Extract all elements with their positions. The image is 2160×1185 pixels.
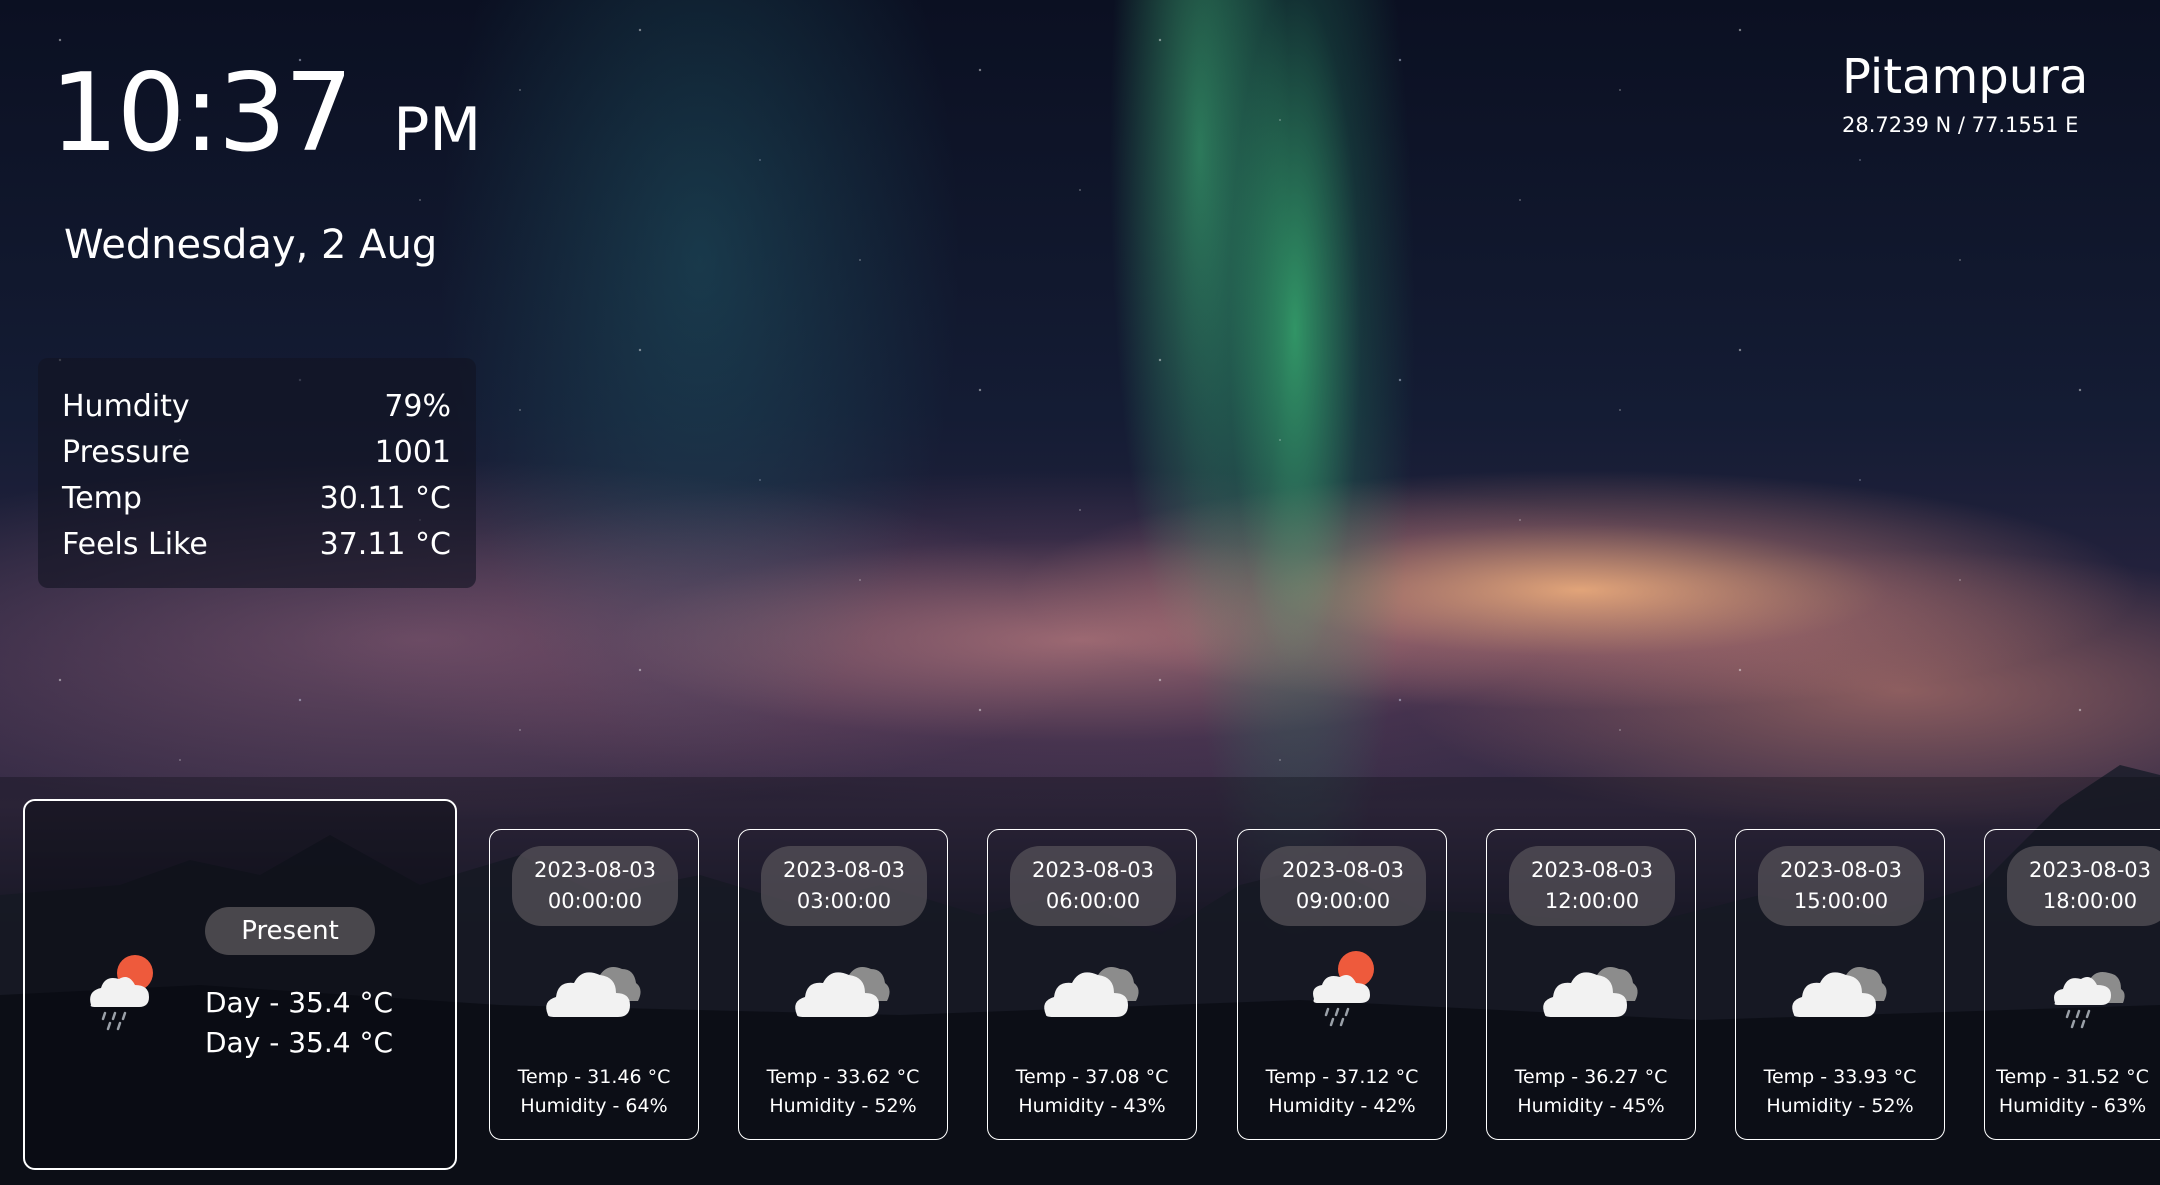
forecast-details: Temp - 33.62 °C Humidity - 52% (739, 1063, 947, 1121)
forecast-time: 18:00:00 (2042, 889, 2138, 913)
forecast-datetime: 2023-08-03 15:00:00 (1758, 846, 1924, 926)
stat-value: 79% (384, 389, 451, 424)
stat-row-temp: Temp 30.11 °C (62, 476, 451, 522)
forecast-time: 06:00:00 (1045, 889, 1141, 913)
current-stats-panel: Humdity 79% Pressure 1001 Temp 30.11 °C … (38, 358, 476, 588)
clock: 10:37 PM (50, 60, 481, 168)
forecast-datetime: 2023-08-03 12:00:00 (1509, 846, 1675, 926)
forecast-time: 09:00:00 (1295, 889, 1391, 913)
forecast-card[interactable]: 2023-08-03 03:00:00 Temp - 33.62 °C Humi… (738, 829, 948, 1140)
clock-ampm: PM (393, 95, 482, 165)
cloud-icon (1543, 967, 1638, 1017)
stat-label: Feels Like (62, 527, 208, 562)
forecast-datetime: 2023-08-03 03:00:00 (761, 846, 927, 926)
forecast-humidity: Humidity - 43% (1018, 1095, 1166, 1117)
forecast-humidity: Humidity - 63% (1998, 1095, 2147, 1117)
forecast-temp: Temp - 33.93 °C (1763, 1066, 1917, 1088)
stat-row-humidity: Humdity 79% (62, 384, 451, 430)
location-block: Pitampura 28.7239 N / 77.1551 E (1842, 49, 2102, 138)
clock-time: 10:37 (50, 51, 353, 176)
stat-value: 37.11 °C (319, 527, 451, 562)
forecast-details: Temp - 37.08 °C Humidity - 43% (988, 1063, 1196, 1121)
forecast-date: 2023-08-03 (2028, 858, 2152, 882)
location-name: Pitampura (1842, 49, 2089, 105)
forecast-humidity: Humidity - 64% (520, 1095, 668, 1117)
forecast-datetime: 2023-08-03 09:00:00 (1260, 846, 1426, 926)
forecast-card[interactable]: 2023-08-03 09:00:00 Temp - 37.12 °C Humi… (1237, 829, 1447, 1140)
forecast-date: 2023-08-03 (1530, 858, 1654, 882)
forecast-details: Temp - 31.52 °C Humidity - 63% (1985, 1063, 2160, 1121)
forecast-humidity: Humidity - 42% (1268, 1095, 1416, 1117)
cloud-icon (1044, 967, 1139, 1017)
forecast-details: Temp - 33.93 °C Humidity - 52% (1736, 1063, 1944, 1121)
forecast-card[interactable]: 2023-08-03 06:00:00 Temp - 37.08 °C Humi… (987, 829, 1197, 1140)
stat-row-feels-like: Feels Like 37.11 °C (62, 522, 451, 568)
cloud-icon (795, 967, 890, 1017)
stat-label: Pressure (62, 435, 191, 470)
cloud-icon (1792, 967, 1887, 1017)
forecast-date: 2023-08-03 (782, 858, 906, 882)
stat-row-pressure: Pressure 1001 (62, 430, 451, 476)
forecast-time: 12:00:00 (1544, 889, 1640, 913)
forecast-temp: Temp - 33.62 °C (766, 1066, 920, 1088)
cloud-rain-icon (2054, 972, 2125, 1029)
forecast-details: Temp - 37.12 °C Humidity - 42% (1238, 1063, 1446, 1121)
stat-label: Humdity (62, 389, 190, 424)
forecast-humidity: Humidity - 52% (1766, 1095, 1914, 1117)
forecast-date: 2023-08-03 (1031, 858, 1155, 882)
forecast-date: 2023-08-03 (1281, 858, 1405, 882)
forecast-card[interactable]: 2023-08-03 15:00:00 Temp - 33.93 °C Humi… (1735, 829, 1945, 1140)
forecast-humidity: Humidity - 52% (769, 1095, 917, 1117)
forecast-time: 03:00:00 (796, 889, 892, 913)
sun-cloud-rain-icon (1313, 951, 1374, 1027)
stat-value: 30.11 °C (319, 481, 451, 516)
location-coordinates: 28.7239 N / 77.1551 E (1842, 113, 2079, 138)
stat-label: Temp (62, 481, 142, 516)
current-date: Wednesday, 2 Aug (64, 222, 438, 268)
forecast-date: 2023-08-03 (1779, 858, 1903, 882)
forecast-time: 00:00:00 (547, 889, 643, 913)
stat-value: 1001 (374, 435, 451, 470)
forecast-datetime: 2023-08-03 06:00:00 (1010, 846, 1176, 926)
forecast-temp: Temp - 37.08 °C (1015, 1066, 1169, 1088)
forecast-temp: Temp - 36.27 °C (1514, 1066, 1668, 1088)
forecast-time: 15:00:00 (1793, 889, 1889, 913)
forecast-date: 2023-08-03 (533, 858, 657, 882)
forecast-details: Temp - 31.46 °C Humidity - 64% (490, 1063, 698, 1121)
forecast-card[interactable]: 2023-08-03 00:00:00 Temp - 31.46 °C Humi… (489, 829, 699, 1140)
cloud-icon (546, 967, 641, 1017)
forecast-card[interactable]: 2023-08-03 12:00:00 Temp - 36.27 °C Humi… (1486, 829, 1696, 1140)
forecast-humidity: Humidity - 45% (1517, 1095, 1665, 1117)
forecast-datetime: 2023-08-03 18:00:00 (2007, 846, 2160, 926)
forecast-list: 2023-08-03 00:00:00 Temp - 31.46 °C Humi… (0, 829, 2160, 1141)
forecast-card[interactable]: 2023-08-03 18:00:00 Temp - 31.52 °C Humi… (1984, 829, 2160, 1140)
forecast-details: Temp - 36.27 °C Humidity - 45% (1487, 1063, 1695, 1121)
forecast-datetime: 2023-08-03 00:00:00 (512, 846, 678, 926)
forecast-temp: Temp - 31.46 °C (517, 1066, 671, 1088)
forecast-temp: Temp - 37.12 °C (1265, 1066, 1419, 1088)
forecast-temp: Temp - 31.52 °C (1996, 1066, 2149, 1088)
